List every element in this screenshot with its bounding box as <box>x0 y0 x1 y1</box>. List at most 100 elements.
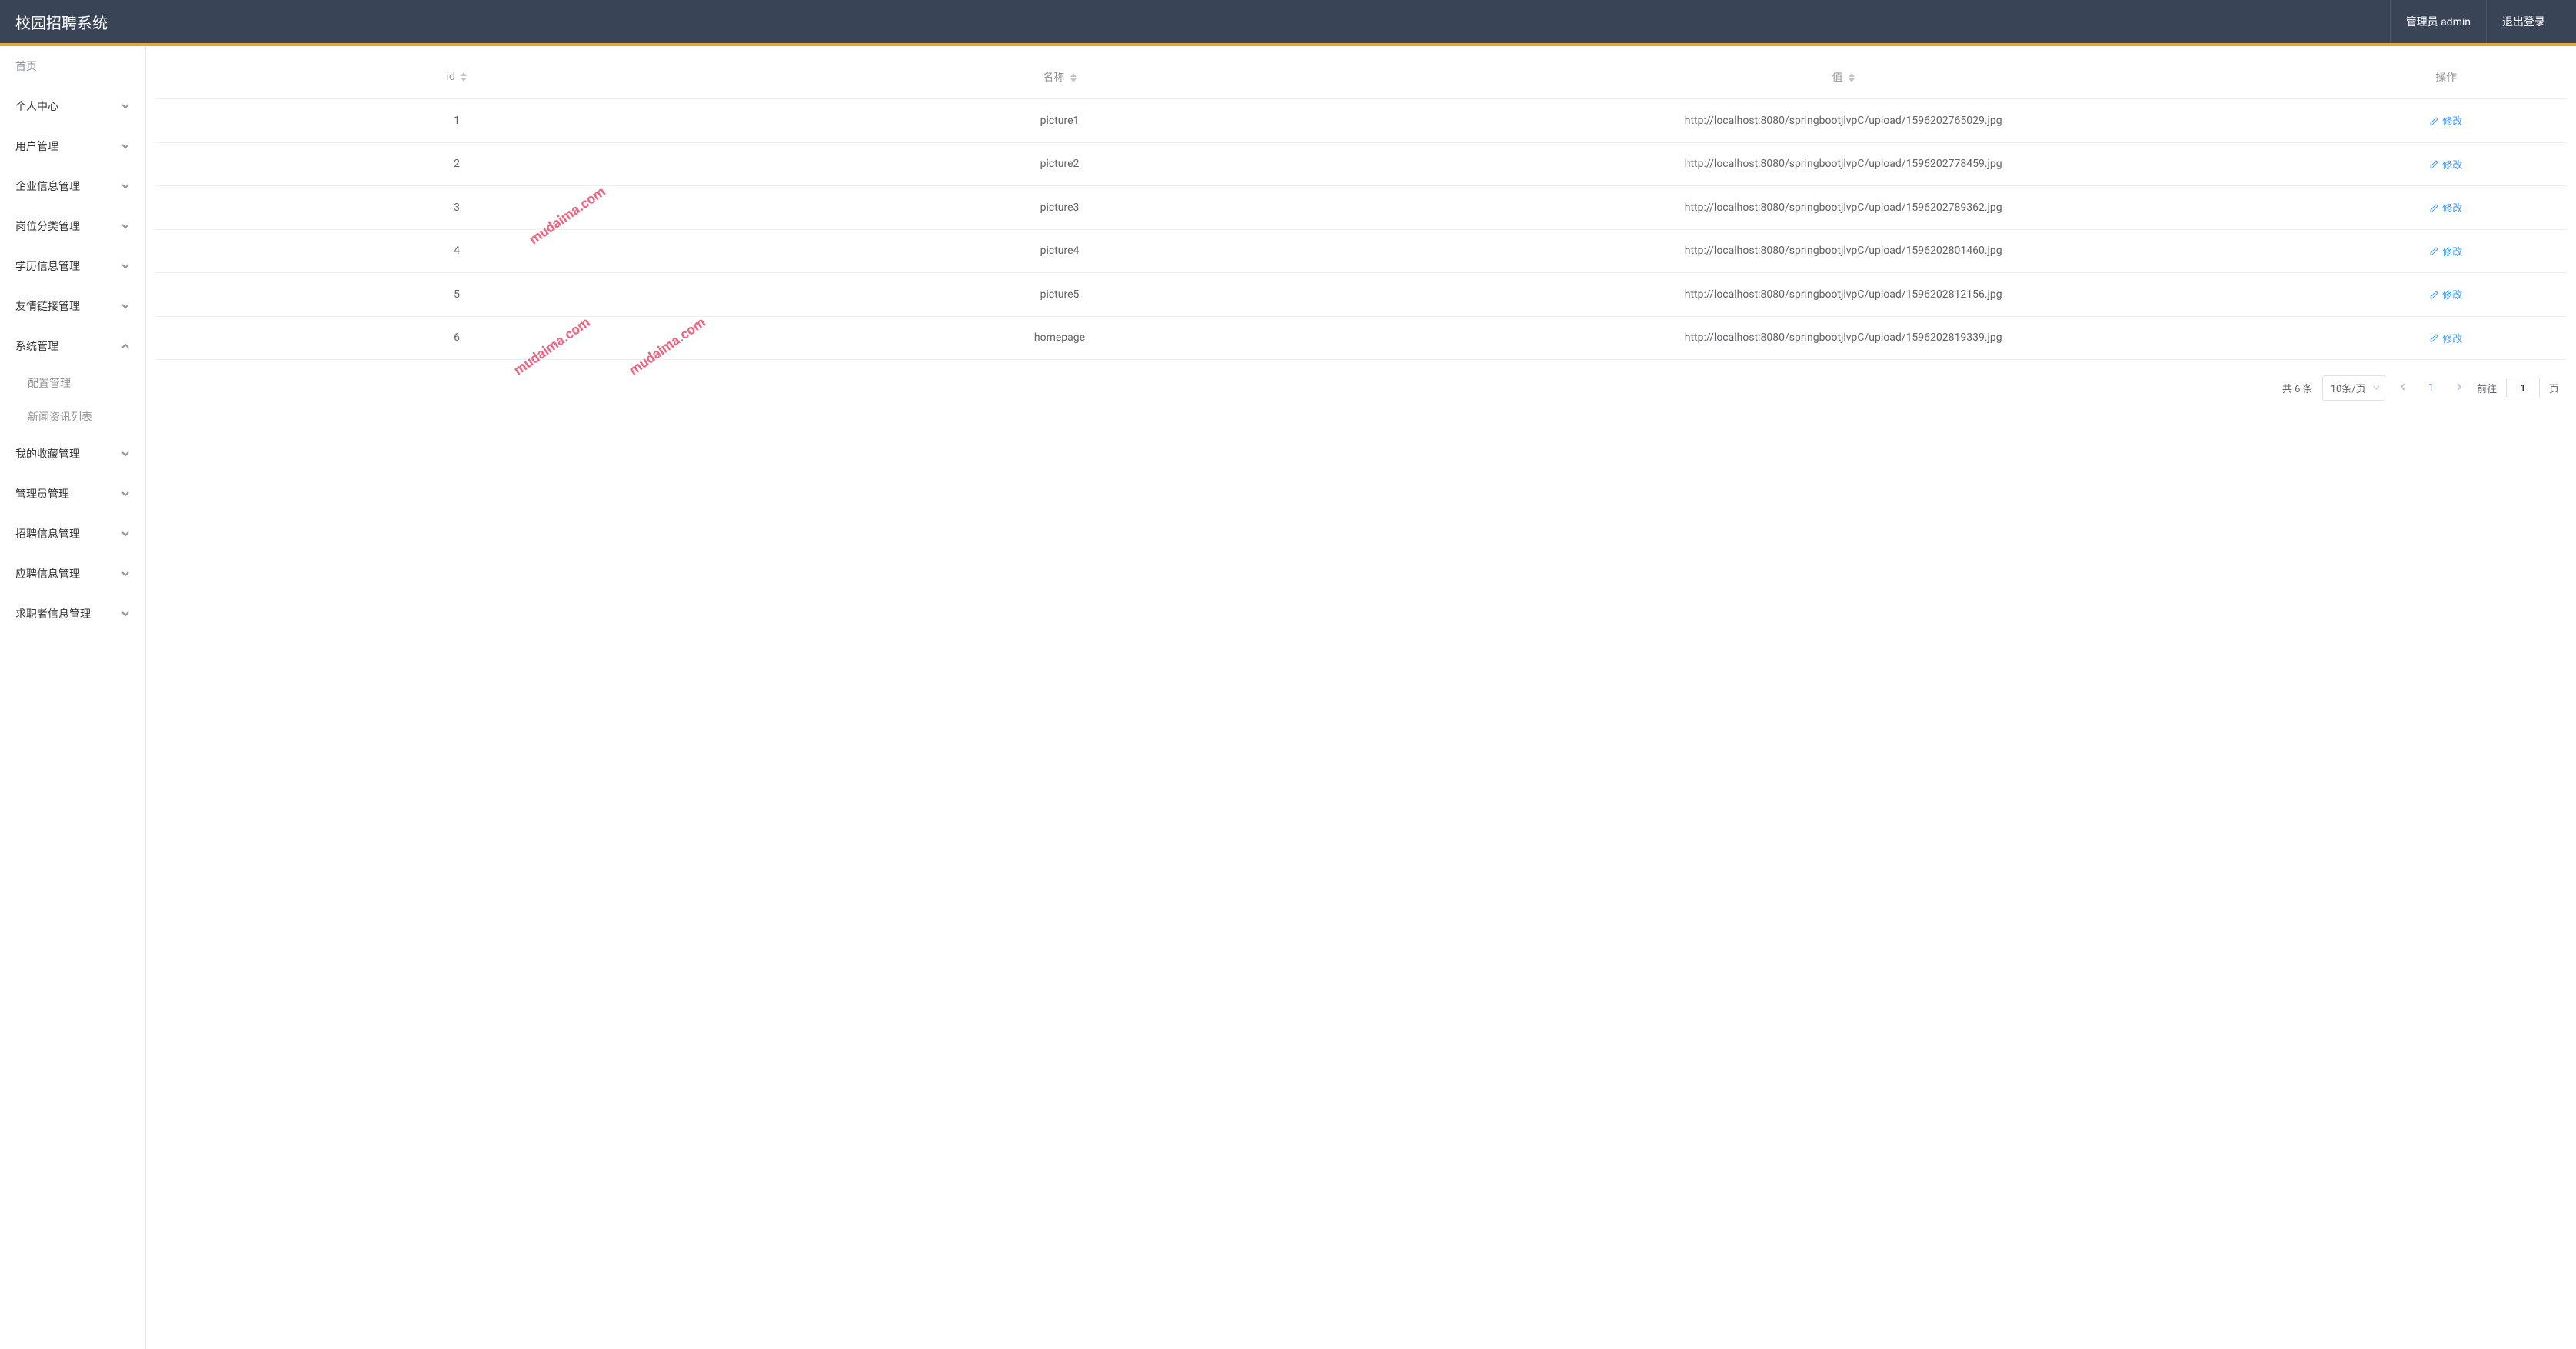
sidebar-item-label: 应聘信息管理 <box>15 566 80 581</box>
cell-name: picture2 <box>758 142 1361 186</box>
edit-button[interactable]: 修改 <box>2430 113 2462 128</box>
sidebar: 首页 个人中心用户管理企业信息管理岗位分类管理学历信息管理友情链接管理系统管理配… <box>0 46 146 1349</box>
col-header-name[interactable]: 名称 <box>758 55 1361 99</box>
table-row: 4picture4http://localhost:8080/springboo… <box>155 229 2567 273</box>
cell-id: 3 <box>155 186 758 230</box>
edit-icon <box>2430 333 2439 342</box>
cell-name: picture4 <box>758 229 1361 273</box>
sidebar-item[interactable]: 学历信息管理 <box>0 246 145 286</box>
page-number-current[interactable]: 1 <box>2421 382 2441 394</box>
top-header: 校园招聘系统 管理员 admin 退出登录 <box>0 0 2576 43</box>
sidebar-home[interactable]: 首页 <box>0 46 145 86</box>
chevron-down-icon <box>121 301 130 311</box>
cell-name: homepage <box>758 316 1361 360</box>
sidebar-item-label: 管理员管理 <box>15 486 69 501</box>
sidebar-item-label: 系统管理 <box>15 338 58 354</box>
sidebar-item-label: 招聘信息管理 <box>15 526 80 541</box>
cell-name: picture5 <box>758 273 1361 317</box>
cell-value: http://localhost:8080/springbootjlvpC/up… <box>1361 99 2325 143</box>
cell-value: http://localhost:8080/springbootjlvpC/up… <box>1361 142 2325 186</box>
chevron-up-icon <box>121 341 130 351</box>
cell-action: 修改 <box>2325 142 2567 186</box>
sidebar-item[interactable]: 求职者信息管理 <box>0 594 145 634</box>
app-title: 校园招聘系统 <box>15 11 108 33</box>
sidebar-item[interactable]: 招聘信息管理 <box>0 514 145 554</box>
cell-action: 修改 <box>2325 273 2567 317</box>
sort-icon[interactable] <box>1070 73 1077 82</box>
chevron-down-icon <box>121 569 130 578</box>
sidebar-item[interactable]: 系统管理 <box>0 326 145 366</box>
cell-action: 修改 <box>2325 186 2567 230</box>
header-right: 管理员 admin 退出登录 <box>2390 0 2561 43</box>
sidebar-item-label: 企业信息管理 <box>15 178 80 194</box>
sidebar-item-label: 个人中心 <box>15 98 58 114</box>
sort-icon[interactable] <box>461 72 467 82</box>
cell-name: picture3 <box>758 186 1361 230</box>
edit-icon <box>2430 246 2439 255</box>
chevron-down-icon <box>121 489 130 498</box>
page-prev-button[interactable] <box>2395 382 2411 394</box>
edit-icon <box>2430 159 2439 168</box>
pagination-total: 共 6 条 <box>2282 381 2313 395</box>
edit-button[interactable]: 修改 <box>2430 157 2462 172</box>
sidebar-item[interactable]: 用户管理 <box>0 126 145 166</box>
cell-value: http://localhost:8080/springbootjlvpC/up… <box>1361 273 2325 317</box>
sidebar-item[interactable]: 管理员管理 <box>0 474 145 514</box>
sidebar-item[interactable]: 我的收藏管理 <box>0 434 145 474</box>
chevron-down-icon <box>121 261 130 271</box>
chevron-down-icon <box>121 182 130 191</box>
edit-button[interactable]: 修改 <box>2430 287 2462 301</box>
cell-value: http://localhost:8080/springbootjlvpC/up… <box>1361 186 2325 230</box>
edit-button[interactable]: 修改 <box>2430 331 2462 345</box>
chevron-down-icon <box>2373 382 2380 394</box>
cell-action: 修改 <box>2325 229 2567 273</box>
sidebar-sub-item[interactable]: 配置管理 <box>0 366 145 400</box>
cell-id: 4 <box>155 229 758 273</box>
chevron-down-icon <box>121 102 130 111</box>
pagination: 共 6 条 10条/页 1 前往 页 <box>155 360 2567 416</box>
chevron-down-icon <box>121 609 130 618</box>
table-row: 3picture3http://localhost:8080/springboo… <box>155 186 2567 230</box>
sidebar-item-label: 用户管理 <box>15 138 58 154</box>
edit-button[interactable]: 修改 <box>2430 244 2462 258</box>
cell-value: http://localhost:8080/springbootjlvpC/up… <box>1361 316 2325 360</box>
sidebar-item-label: 岗位分类管理 <box>15 218 80 234</box>
chevron-down-icon <box>121 529 130 538</box>
cell-name: picture1 <box>758 99 1361 143</box>
logout-button[interactable]: 退出登录 <box>2486 0 2561 43</box>
table-row: 6homepagehttp://localhost:8080/springboo… <box>155 316 2567 360</box>
sidebar-item-label: 我的收藏管理 <box>15 446 80 461</box>
sidebar-home-label: 首页 <box>15 58 37 74</box>
sidebar-item[interactable]: 企业信息管理 <box>0 166 145 206</box>
cell-action: 修改 <box>2325 99 2567 143</box>
main-content: id 名称 值 操作 1picture1http:/ <box>146 46 2576 1349</box>
cell-id: 5 <box>155 273 758 317</box>
table-row: 1picture1http://localhost:8080/springboo… <box>155 99 2567 143</box>
sidebar-item-label: 求职者信息管理 <box>15 606 91 621</box>
edit-button[interactable]: 修改 <box>2430 200 2462 215</box>
page-size-select[interactable]: 10条/页 <box>2322 375 2385 401</box>
cell-action: 修改 <box>2325 316 2567 360</box>
config-table: id 名称 值 操作 1picture1http:/ <box>155 55 2567 360</box>
col-header-action: 操作 <box>2325 55 2567 99</box>
cell-id: 6 <box>155 316 758 360</box>
edit-icon <box>2430 203 2439 212</box>
chevron-down-icon <box>121 222 130 231</box>
sidebar-item[interactable]: 友情链接管理 <box>0 286 145 326</box>
table-row: 5picture5http://localhost:8080/springboo… <box>155 273 2567 317</box>
sidebar-item-label: 友情链接管理 <box>15 298 80 314</box>
cell-id: 1 <box>155 99 758 143</box>
col-header-value[interactable]: 值 <box>1361 55 2325 99</box>
goto-prefix: 前往 <box>2477 381 2497 395</box>
goto-page-input[interactable] <box>2506 378 2540 398</box>
sidebar-item-label: 学历信息管理 <box>15 258 80 274</box>
sidebar-item[interactable]: 岗位分类管理 <box>0 206 145 246</box>
sort-icon[interactable] <box>1849 73 1855 82</box>
sidebar-item[interactable]: 应聘信息管理 <box>0 554 145 594</box>
cell-id: 2 <box>155 142 758 186</box>
sidebar-item[interactable]: 个人中心 <box>0 86 145 126</box>
sidebar-sub-item[interactable]: 新闻资讯列表 <box>0 400 145 434</box>
col-header-id[interactable]: id <box>155 55 758 99</box>
admin-user-button[interactable]: 管理员 admin <box>2390 0 2486 43</box>
page-next-button[interactable] <box>2451 382 2468 394</box>
